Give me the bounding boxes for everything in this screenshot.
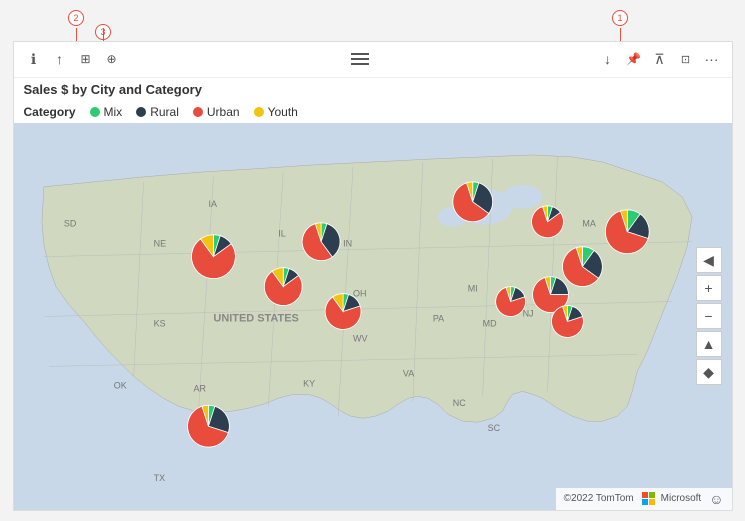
svg-text:TX: TX: [153, 473, 164, 483]
svg-text:MA: MA: [582, 218, 595, 228]
svg-text:NE: NE: [153, 238, 165, 248]
svg-text:NC: NC: [452, 398, 465, 408]
map-controls: ◀ + − ▲ ◆: [696, 247, 722, 385]
mix-label: Mix: [104, 105, 123, 119]
callout-1: 1: [612, 10, 628, 26]
svg-text:AR: AR: [193, 383, 206, 393]
youth-dot: [254, 107, 264, 117]
visual-card: ℹ ↑ ⊞ ⊕ ↓ 📌 ⊼ ⊡ ··· Sales $ by Cit: [13, 41, 733, 511]
map-zoom-out-btn[interactable]: −: [696, 303, 722, 329]
map-north-btn[interactable]: ▲: [696, 331, 722, 357]
legend-item-mix: Mix: [90, 105, 123, 119]
hamburger-menu[interactable]: [351, 53, 369, 65]
microsoft-logo: Microsoft: [642, 492, 702, 506]
toolbar-center: [351, 53, 369, 65]
ms-squares: [642, 492, 656, 506]
chart-title: Sales $ by City and Category: [14, 78, 732, 101]
map-zoom-in-btn[interactable]: +: [696, 275, 722, 301]
map-footer: ©2022 TomTom Microsoft ☺: [556, 488, 732, 510]
focus-icon[interactable]: ⊡: [676, 49, 696, 69]
legend: Category Mix Rural Urban Youth: [14, 101, 732, 123]
svg-text:OK: OK: [113, 380, 126, 390]
map-svg: SD NE IA IL IN OH KS WV PA MI MD NJ MA V…: [14, 123, 732, 510]
svg-text:NJ: NJ: [522, 308, 533, 318]
svg-text:WV: WV: [353, 333, 367, 343]
svg-text:SC: SC: [487, 423, 500, 433]
svg-text:SD: SD: [63, 218, 76, 228]
card-toolbar: ℹ ↑ ⊞ ⊕ ↓ 📌 ⊼ ⊡ ···: [14, 42, 732, 78]
svg-text:IL: IL: [278, 228, 285, 238]
grid-icon[interactable]: ⊞: [76, 49, 96, 69]
svg-text:VA: VA: [402, 368, 413, 378]
rural-dot: [136, 107, 146, 117]
smiley-icon[interactable]: ☺: [709, 491, 723, 507]
youth-label: Youth: [268, 105, 298, 119]
more-icon[interactable]: ···: [702, 49, 722, 69]
map-arrow-btn[interactable]: ◀: [696, 247, 722, 273]
toolbar-right: ↓ 📌 ⊼ ⊡ ···: [598, 49, 722, 69]
mix-dot: [90, 107, 100, 117]
svg-text:PA: PA: [432, 313, 443, 323]
rural-label: Rural: [150, 105, 179, 119]
legend-item-youth: Youth: [254, 105, 298, 119]
info-icon[interactable]: ℹ: [24, 49, 44, 69]
legend-label: Category: [24, 105, 76, 119]
page-container: 2 3 1 ℹ ↑ ⊞ ⊕ ↓: [0, 0, 745, 521]
legend-item-rural: Rural: [136, 105, 179, 119]
svg-text:IA: IA: [208, 198, 216, 208]
expand-icon[interactable]: ⊕: [102, 49, 122, 69]
callout-2: 2: [68, 10, 84, 26]
up-icon[interactable]: ↑: [50, 49, 70, 69]
map-location-btn[interactable]: ◆: [696, 359, 722, 385]
urban-label: Urban: [207, 105, 240, 119]
svg-text:KS: KS: [153, 318, 165, 328]
svg-text:KY: KY: [303, 378, 315, 388]
pin-icon[interactable]: 📌: [624, 49, 644, 69]
svg-text:IN: IN: [343, 238, 352, 248]
filter-icon[interactable]: ⊼: [650, 49, 670, 69]
svg-text:MD: MD: [482, 318, 496, 328]
download-icon[interactable]: ↓: [598, 49, 618, 69]
callout-3: 3: [95, 24, 111, 40]
svg-text:AL: AL: [218, 423, 229, 433]
svg-text:MI: MI: [467, 283, 477, 293]
microsoft-label: Microsoft: [661, 493, 702, 504]
toolbar-left: ℹ ↑ ⊞ ⊕: [24, 49, 122, 69]
svg-text:UNITED STATES: UNITED STATES: [213, 312, 298, 324]
svg-text:OH: OH: [353, 288, 366, 298]
copyright-text: ©2022 TomTom: [564, 493, 634, 504]
map-area[interactable]: SD NE IA IL IN OH KS WV PA MI MD NJ MA V…: [14, 123, 732, 510]
urban-dot: [193, 107, 203, 117]
legend-item-urban: Urban: [193, 105, 240, 119]
